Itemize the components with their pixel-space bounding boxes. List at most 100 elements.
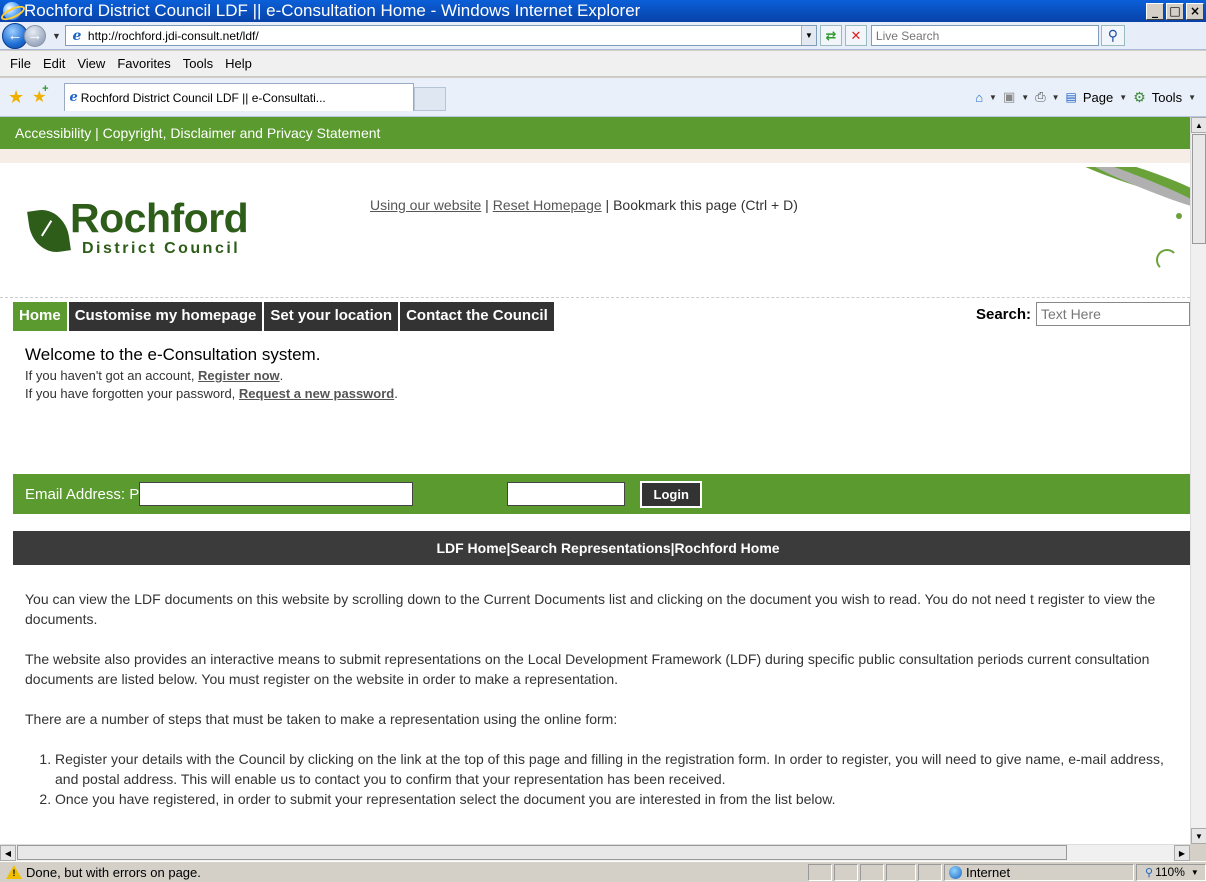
address-toolbar: ← → ▼ e http://rochford.jdi-consult.net/… (0, 22, 1206, 50)
feeds-dropdown-icon[interactable]: ▼ (1021, 93, 1029, 102)
intro-paragraph: You can view the LDF documents on this w… (25, 591, 1156, 627)
command-bar: ⌂ ▼ ▣ ▼ ⎙ ▼ ▤ Page ▼ ⚙ Tools ▼ (975, 89, 1206, 106)
utility-links: Using our website | Reset Homepage | Boo… (370, 197, 798, 213)
search-label: Search: (975, 305, 1031, 323)
main-nav: Home Customise my homepage Set your loca… (13, 302, 556, 331)
list-item: Register your details with the Council b… (55, 749, 1190, 789)
close-button[interactable]: × (1186, 2, 1204, 20)
list-item: Once you have registered, in order to su… (55, 789, 1190, 809)
security-zone[interactable]: Internet (944, 863, 1134, 881)
menu-bar: File Edit View Favorites Tools Help (0, 51, 1206, 77)
menu-favorites[interactable]: Favorites (111, 56, 176, 71)
add-favorite-icon[interactable]: ★ (32, 83, 49, 107)
favorites-star-icon[interactable]: ★ (8, 87, 24, 108)
window-title: Rochford District Council LDF || e-Consu… (24, 1, 641, 20)
logo-name: Rochford (70, 195, 249, 241)
page-icon: e (72, 27, 82, 44)
minimize-button[interactable]: _ (1146, 2, 1164, 20)
print-dropdown-icon[interactable]: ▼ (1052, 93, 1060, 102)
live-search-input[interactable] (870, 25, 1099, 46)
steps-list: Register your details with the Council b… (25, 749, 1190, 809)
maximize-button[interactable]: □ (1166, 2, 1184, 20)
site-header: Rochford District Council Using our webs… (0, 149, 1190, 297)
zoom-icon: ⚲ (1145, 866, 1154, 879)
zoom-dropdown-icon[interactable]: ▼ (1191, 868, 1199, 877)
tools-dropdown-icon[interactable]: ▼ (1188, 93, 1196, 102)
main-content: You can view the LDF documents on this w… (25, 589, 1190, 809)
scroll-down-icon[interactable]: ▼ (1191, 828, 1206, 844)
web-page: Accessibility | Copyright, Disclaimer an… (0, 117, 1190, 844)
zoom-value: 110% (1155, 865, 1185, 879)
util-separator: | (481, 197, 493, 213)
reset-homepage-link[interactable]: Reset Homepage (493, 197, 602, 213)
login-bar: Email Address: P Login (13, 474, 1190, 514)
login-button[interactable]: Login (640, 480, 703, 508)
email-field[interactable] (139, 482, 414, 506)
page-menu[interactable]: Page (1083, 90, 1113, 105)
error-warning-icon[interactable]: ! (6, 865, 22, 879)
email-label: Email Address: P (25, 485, 140, 503)
welcome-section: Welcome to the e-Consultation system. If… (0, 329, 1190, 403)
register-now-link[interactable]: Register now (198, 368, 280, 383)
nav-set-location[interactable]: Set your location (264, 302, 401, 331)
menu-help[interactable]: Help (219, 56, 258, 71)
status-text: Done, but with errors on page. (26, 864, 201, 880)
status-pane (834, 863, 858, 881)
browser-viewport: Accessibility | Copyright, Disclaimer an… (0, 117, 1206, 861)
menu-edit[interactable]: Edit (37, 56, 71, 71)
globe-icon (949, 865, 962, 879)
site-search-input[interactable] (1036, 302, 1190, 326)
horizontal-scrollbar[interactable]: ◀ ▶ (0, 844, 1190, 861)
header-decoration (1050, 167, 1190, 277)
menu-view[interactable]: View (71, 56, 111, 71)
privacy-icon[interactable] (886, 863, 916, 881)
refresh-button[interactable]: ⇄ (819, 25, 842, 46)
page-dropdown-icon[interactable]: ▼ (1119, 93, 1127, 102)
vertical-scrollbar[interactable]: ▲ ▼ (1190, 117, 1206, 861)
site-search: Search: (976, 302, 1190, 326)
tab-title: Rochford District Council LDF || e-Consu… (80, 90, 326, 105)
history-dropdown-icon[interactable]: ▼ (52, 31, 61, 41)
accessibility-links[interactable]: Accessibility | Copyright, Disclaimer an… (0, 117, 1190, 149)
scroll-up-icon[interactable]: ▲ (1191, 117, 1206, 133)
scroll-left-icon[interactable]: ◀ (0, 845, 16, 861)
vertical-scroll-thumb[interactable] (1192, 134, 1206, 244)
ie-icon (3, 2, 21, 20)
using-our-website-link[interactable]: Using our website (370, 197, 481, 213)
menu-file[interactable]: File (4, 56, 37, 71)
nav-contact-council[interactable]: Contact the Council (400, 302, 556, 331)
search-icon[interactable]: ⚲ (1100, 25, 1125, 46)
home-icon[interactable]: ⌂ (975, 90, 983, 105)
tools-menu[interactable]: Tools (1152, 90, 1182, 105)
ldf-links-bar[interactable]: LDF Home|Search Representations|Rochford… (13, 531, 1190, 565)
address-field[interactable]: e http://rochford.jdi-consult.net/ldf/ ▼ (64, 25, 817, 46)
register-line: If you haven't got an account, Register … (25, 368, 284, 383)
horizontal-scroll-thumb[interactable] (17, 845, 1067, 860)
request-password-link[interactable]: Request a new password (239, 386, 394, 401)
welcome-title: Welcome to the e-Consultation system. (25, 345, 321, 364)
scroll-corner (1190, 844, 1206, 861)
stop-button[interactable]: ✕ (844, 25, 867, 46)
nav-home[interactable]: Home (13, 302, 69, 331)
forward-button[interactable]: → (24, 24, 46, 47)
logo-subtitle: District Council (82, 240, 241, 257)
nav-customise-homepage[interactable]: Customise my homepage (68, 302, 265, 331)
new-tab-button[interactable] (414, 87, 447, 111)
print-icon[interactable]: ⎙ (1035, 89, 1045, 105)
password-field[interactable] (507, 482, 626, 506)
scroll-right-icon[interactable]: ▶ (1174, 845, 1190, 861)
zoom-level[interactable]: ⚲ 110% ▼ (1136, 863, 1206, 881)
tab-current[interactable]: e Rochford District Council LDF || e-Con… (64, 83, 415, 111)
bookmark-text: | Bookmark this page (Ctrl + D) (601, 197, 798, 213)
status-pane (860, 863, 884, 881)
menu-tools[interactable]: Tools (177, 56, 219, 71)
address-url[interactable]: http://rochford.jdi-consult.net/ldf/ (88, 29, 801, 43)
status-pane (808, 863, 832, 881)
status-pane (918, 863, 942, 881)
home-dropdown-icon[interactable]: ▼ (989, 93, 997, 102)
interactive-paragraph: The website also provides an interactive… (25, 651, 1150, 687)
main-nav-row: Home Customise my homepage Set your loca… (0, 297, 1190, 331)
feeds-icon[interactable]: ▣ (1003, 89, 1015, 105)
address-dropdown-icon[interactable]: ▼ (800, 26, 816, 45)
tab-bar: ★ ★ e Rochford District Council LDF || e… (0, 78, 1206, 117)
